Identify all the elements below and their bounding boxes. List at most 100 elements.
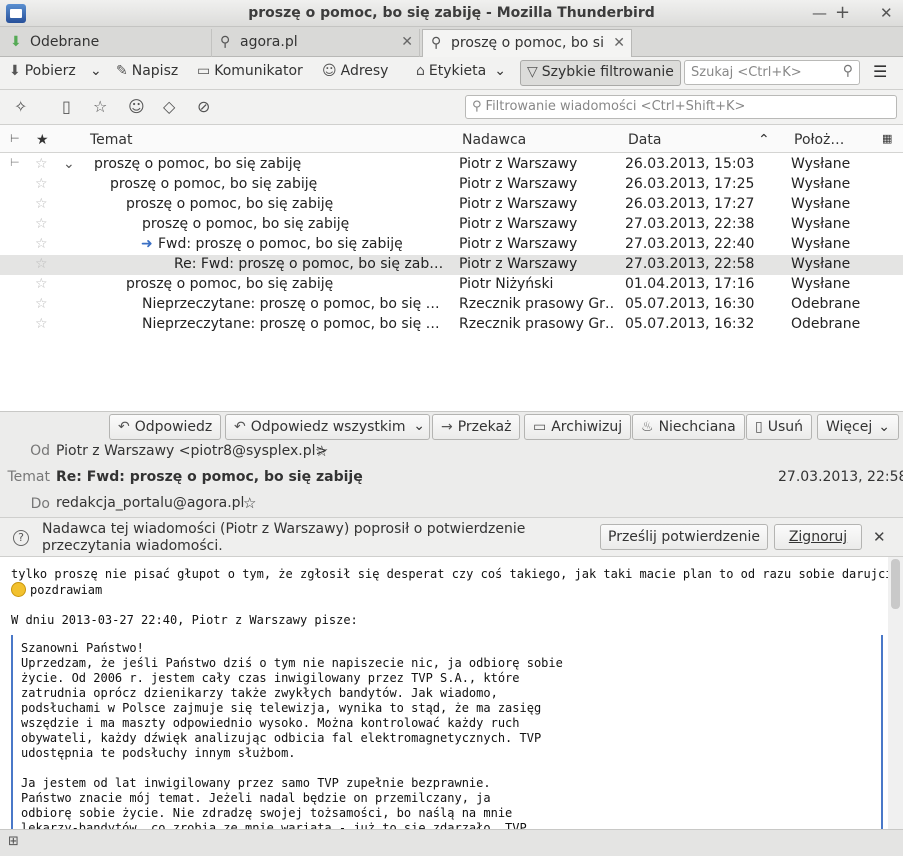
blockquote: Szanowni Państwo! Uprzedzam, że jeśli Pa… [11,635,883,829]
tab-message[interactable]: ⚲ proszę o pomoc, bo się zabiję ✕ [422,29,632,57]
table-row[interactable]: ⊢ ☆ ⌄ proszę o pomoc, bo się zabiję Piotr z … [0,155,903,175]
archive-icon: ▭ [533,419,547,435]
tag-filter-icon[interactable]: ◇ [163,97,175,116]
message-toolbar: ↶ Odpowiedz ↶ Odpowiedz wszystkim ⌄ → Przeka… [0,412,903,442]
pencil-icon: ✎ [116,63,128,79]
close-tab-icon[interactable]: ✕ [401,34,413,50]
message-body: tylko proszę nie pisać głupot o tym, że … [0,557,903,829]
trash-icon: ▯ [755,419,763,435]
tab-label: Odebrane [30,34,100,50]
search-placeholder: Szukaj <Ctrl+K> [691,65,802,80]
reply-all-icon: ↶ [234,419,246,435]
star-icon[interactable]: ☆ [35,316,48,332]
contact-filter-icon[interactable]: ☺ [128,97,145,116]
search-icon: ⚲ [472,99,482,114]
star-icon[interactable]: ☆ [35,276,48,292]
twisty-icon[interactable]: ⌄ [63,156,75,172]
addressbook-button[interactable]: ☺ Adresy [322,63,388,79]
subject-label: Temat [7,469,51,485]
write-label: Napisz [131,63,179,79]
star-icon[interactable]: ☆ [35,256,48,272]
junk-label: Niechciana [658,419,736,435]
search-input[interactable]: Szukaj <Ctrl+K> ⚲ [684,60,860,85]
table-row[interactable]: ☆ Nieprzeczytane: proszę o pomoc, bo się … [0,315,903,335]
search-icon: ⚲ [220,34,231,50]
star-icon[interactable]: ☆ [35,236,48,252]
person-icon: ☺ [322,63,337,79]
close-tab-icon[interactable]: ✕ [613,35,625,51]
write-button[interactable]: ✎ Napisz [116,63,178,79]
archive-label: Archiwizuj [551,419,623,435]
close-icon[interactable]: ✕ [873,528,886,546]
scrollbar-thumb[interactable] [891,559,900,609]
from-value[interactable]: Piotr z Warszawy <piotr8@sysplex.pl> [56,443,327,459]
get-dropdown-icon[interactable]: ⌄ [90,63,102,79]
body-line: pozdrawiam [30,583,103,597]
row-subject: Fwd: proszę o pomoc, bo się zabiję [158,236,403,252]
row-location: Wysłane [791,236,851,252]
row-subject: Re: Fwd: proszę o pomoc, bo się zabiję [174,256,445,272]
column-picker-icon[interactable]: ▦ [882,132,892,145]
scrollbar[interactable] [888,557,903,829]
menu-icon[interactable]: ☰ [873,62,887,81]
chevron-down-icon[interactable]: ⌄ [413,418,425,434]
attachment-filter-icon[interactable]: ⊘ [197,97,210,116]
search-icon[interactable]: ⚲ [843,63,853,79]
send-receipt-button[interactable]: Prześlij potwierdzenie [600,524,768,550]
close-window-icon[interactable]: ✕ [880,4,893,22]
star-icon[interactable]: ☆ [35,196,48,212]
thread-column-icon[interactable]: ⊢ [10,132,20,145]
window-title: proszę o pomoc, bo się zabiję - Mozilla … [248,5,655,21]
star-column-icon[interactable]: ★ [36,132,49,148]
more-label: Więcej [826,419,873,435]
column-sender[interactable]: Nadawca [462,132,526,148]
table-row[interactable]: ☆ proszę o pomoc, bo się zabiję Piotr Niży… [0,275,903,295]
table-row[interactable]: ☆ Re: Fwd: proszę o pomoc, bo się zabiję P… [0,255,903,275]
row-sender: Rzecznik prasowy Gr… [459,316,614,332]
more-button[interactable]: Więcej ⌄ [817,414,899,440]
tag-button[interactable]: ⌂ Etykieta ⌄ [416,63,506,79]
delete-button[interactable]: ▯ Usuń [746,414,813,440]
tab-bar: ⬇ Odebrane ⚲ agora.pl ✕ ⚲ proszę o pomoc, b… [0,27,903,57]
chat-button[interactable]: ▭ Komunikator [197,63,303,79]
pin-icon[interactable]: ✧ [14,97,27,116]
column-date[interactable]: Data [628,132,661,148]
quick-filter-button[interactable]: ▽ Szybkie filtrowanie [520,60,681,86]
star-icon[interactable]: ☆ [243,494,256,512]
filter-messages-input[interactable]: ⚲ Filtrowanie wiadomości <Ctrl+Shift+K> [465,95,897,119]
ignore-button[interactable]: Zignoruj [774,524,862,550]
reply-button[interactable]: ↶ Odpowiedz [109,414,222,440]
star-icon[interactable]: ☆ [35,176,48,192]
quoted-text: Szanowni Państwo! Uprzedzam, że jeśli Pa… [21,641,563,829]
get-messages-button[interactable]: ⬇ Pobierz [9,63,76,79]
activity-icon[interactable]: ⊞ [8,834,19,849]
tab-search-agora[interactable]: ⚲ agora.pl ✕ [212,29,420,57]
column-location[interactable]: Położ… [794,132,844,148]
table-row[interactable]: ☆ proszę o pomoc, bo się zabiję Piotr z Wa… [0,175,903,195]
forward-icon: → [441,419,453,435]
archive-button[interactable]: ▭ Archiwizuj [524,414,632,440]
row-location: Wysłane [791,156,851,172]
to-value[interactable]: redakcja_portalu@agora.pl [56,495,244,511]
body-line: tylko proszę nie pisać głupot o tym, że … [11,567,900,581]
table-row[interactable]: ☆ proszę o pomoc, bo się zabiję Piotr z Wa… [0,215,903,235]
maximize-icon[interactable]: + [835,2,850,23]
column-subject[interactable]: Temat [90,132,133,148]
date-value: 27.03.2013, 22:58 [778,469,903,485]
star-icon[interactable]: ☆ [35,296,48,312]
star-icon[interactable]: ☆ [315,442,328,460]
table-row[interactable]: ☆ proszę o pomoc, bo się zabiję Piotr z Wa… [0,195,903,215]
tab-inbox[interactable]: ⬇ Odebrane [2,29,212,57]
junk-button[interactable]: ♨ Niechciana [632,414,745,440]
reply-all-button[interactable]: ↶ Odpowiedz wszystkim ⌄ [225,414,430,440]
row-date: 01.04.2013, 17:16 [625,276,755,292]
table-row[interactable]: ☆ ➜ Fwd: proszę o pomoc, bo się zabiję Piot… [0,235,903,255]
star-icon[interactable]: ☆ [35,156,48,172]
table-row[interactable]: ☆ Nieprzeczytane: proszę o pomoc, bo się … [0,295,903,315]
minimize-icon[interactable]: — [812,4,827,22]
star-icon[interactable]: ☆ [35,216,48,232]
quote-attribution: W dniu 2013-03-27 22:40, Piotr z Warszaw… [11,613,358,627]
forward-button[interactable]: → Przekaż [432,414,521,440]
unread-filter-icon[interactable]: ▯ [62,97,71,116]
starred-filter-icon[interactable]: ☆ [93,97,107,116]
